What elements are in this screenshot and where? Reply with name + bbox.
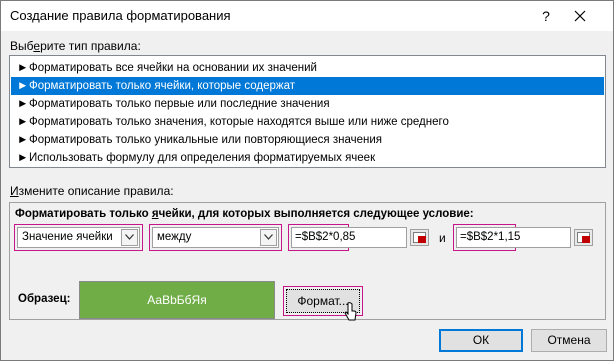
format-rule-dialog: Создание правила форматирования ? Выбери… — [0, 0, 614, 361]
value2-text: =$B$2*1,15 — [460, 231, 521, 243]
list-item-label: Форматировать все ячейки на основании их… — [29, 62, 317, 74]
arrow-icon: ► — [17, 98, 29, 110]
format-preview: АаВbБбЯя — [79, 281, 275, 319]
list-item-label: Форматировать только ячейки, которые сод… — [29, 80, 295, 92]
arrow-icon: ► — [17, 80, 29, 92]
description-label: Измените описание правила: — [10, 184, 174, 198]
list-item-label: Использовать формулу для определения фор… — [29, 152, 376, 164]
rule-type-item-unique-duplicate[interactable]: ►Форматировать только уникальные или пов… — [11, 131, 604, 149]
operator-select[interactable]: между — [152, 227, 279, 248]
cell-range-picker-icon[interactable] — [574, 229, 593, 246]
list-item-label: Форматировать только первые или последни… — [29, 98, 330, 110]
title-bar: Создание правила форматирования ? — [1, 1, 613, 31]
chevron-down-icon[interactable] — [260, 229, 277, 246]
value1-text: =$B$2*0,85 — [295, 231, 356, 243]
cell-type-value: Значение ячейки — [22, 231, 113, 243]
and-label: и — [439, 231, 446, 245]
operator-value: между — [157, 231, 192, 243]
rule-type-item-all-cells[interactable]: ►Форматировать все ячейки на основании и… — [11, 59, 604, 77]
rule-type-list[interactable]: ►Форматировать все ячейки на основании и… — [9, 55, 606, 168]
close-icon[interactable] — [570, 6, 590, 26]
mouse-cursor-icon — [344, 302, 357, 321]
cell-range-picker-icon[interactable] — [410, 229, 429, 246]
list-item-label: Форматировать только уникальные или повт… — [29, 134, 382, 146]
rule-type-item-use-formula[interactable]: ►Использовать формулу для определения фо… — [11, 149, 604, 167]
value2-input[interactable]: =$B$2*1,15 — [456, 227, 571, 248]
chevron-down-icon[interactable] — [121, 229, 138, 246]
rule-type-item-top-bottom[interactable]: ►Форматировать только первые или последн… — [11, 95, 604, 113]
condition-label: Форматировать только ячейки, для которых… — [15, 208, 474, 220]
list-item-label: Форматировать только значения, которые н… — [29, 116, 449, 128]
arrow-icon: ► — [17, 62, 29, 74]
arrow-icon: ► — [17, 116, 29, 128]
cancel-button[interactable]: Отмена — [531, 329, 607, 352]
sample-label: Образец: — [18, 293, 71, 305]
ok-button[interactable]: ОК — [439, 329, 523, 352]
help-icon[interactable]: ? — [536, 6, 556, 26]
value1-input[interactable]: =$B$2*0,85 — [291, 227, 407, 248]
rule-type-label: Выберите тип правила: — [10, 39, 141, 53]
cell-type-select[interactable]: Значение ячейки — [17, 227, 140, 248]
arrow-icon: ► — [17, 152, 29, 164]
arrow-icon: ► — [17, 134, 29, 146]
dialog-title: Создание правила форматирования — [10, 8, 231, 23]
rule-type-item-cells-containing[interactable]: ►Форматировать только ячейки, которые со… — [11, 77, 604, 95]
rule-type-item-above-below-average[interactable]: ►Форматировать только значения, которые … — [11, 113, 604, 131]
